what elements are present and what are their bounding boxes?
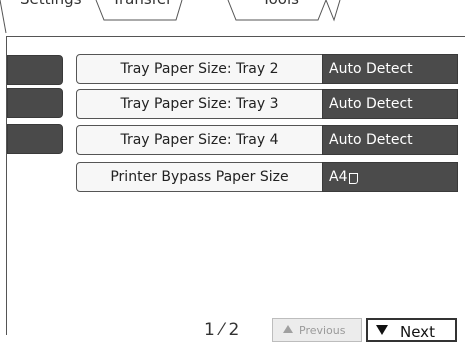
tab-tools[interactable]: Tools (262, 0, 299, 8)
next-label: Next (400, 323, 435, 341)
tray-2-paper-size-value: Auto Detect (322, 54, 458, 84)
page-indicator: 1 ⁄ 2 (204, 320, 240, 340)
tray-3-paper-size-button[interactable]: Tray Paper Size: Tray 3 (76, 89, 323, 119)
paper-orientation-icon (349, 172, 359, 184)
next-button[interactable]: Next (366, 318, 457, 342)
tray-4-paper-size-button[interactable]: Tray Paper Size: Tray 4 (76, 125, 323, 155)
tab-strip: Settings Transfer Tools (0, 0, 465, 34)
panel-top-border (6, 36, 465, 37)
left-menu-button-1[interactable] (7, 55, 63, 85)
tray-3-paper-size-value: Auto Detect (322, 89, 458, 119)
previous-button[interactable]: Previous (272, 318, 362, 342)
tray-4-paper-size-value: Auto Detect (322, 125, 458, 155)
bypass-paper-size-text: A4 (329, 169, 348, 185)
previous-label: Previous (299, 324, 346, 337)
down-arrow-icon (376, 325, 388, 335)
left-menu-button-2[interactable] (7, 88, 63, 118)
up-arrow-icon (283, 325, 293, 333)
bypass-paper-size-value: A4 (322, 162, 458, 192)
bypass-paper-size-button[interactable]: Printer Bypass Paper Size (76, 162, 323, 192)
tray-2-paper-size-button[interactable]: Tray Paper Size: Tray 2 (76, 54, 323, 84)
left-menu-button-3[interactable] (7, 124, 63, 154)
tab-transfer[interactable]: Transfer (112, 0, 172, 8)
tab-settings[interactable]: Settings (20, 0, 82, 8)
